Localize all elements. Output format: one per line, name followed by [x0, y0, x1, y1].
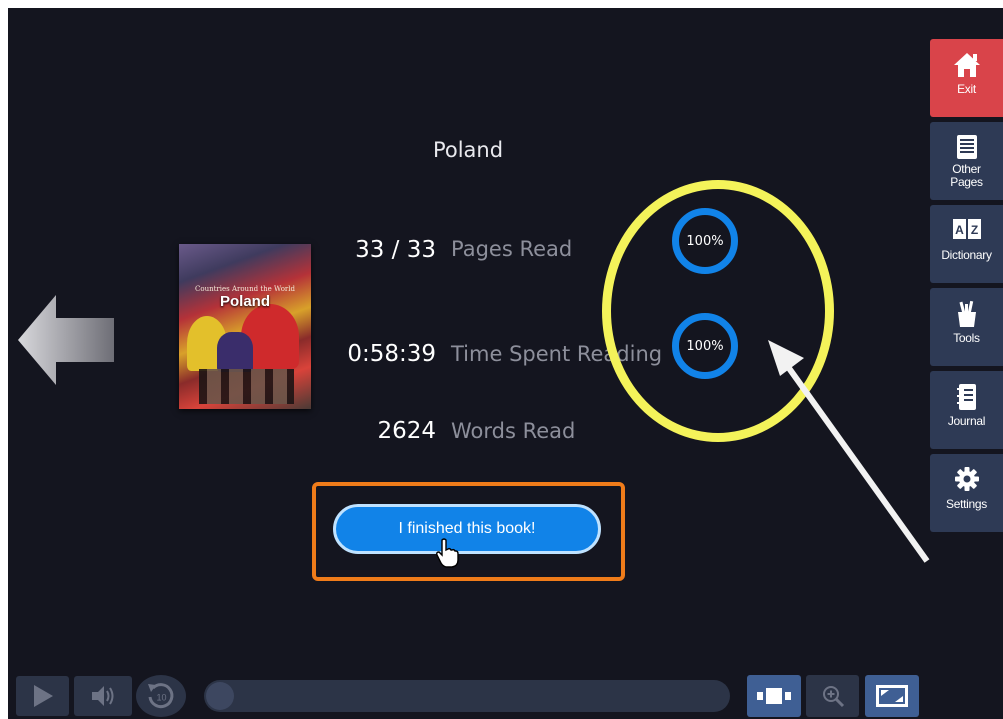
home-icon: [953, 53, 980, 77]
other-pages-button[interactable]: Other Pages: [930, 122, 1003, 200]
settings-label: Settings: [946, 497, 987, 511]
pages-read-label: Pages Read: [451, 237, 573, 261]
other-pages-label: Other Pages: [930, 163, 1003, 189]
cover-series-title: Countries Around the World: [195, 285, 295, 293]
view-mode-icon: [757, 688, 791, 704]
scrubber-handle[interactable]: [206, 682, 234, 710]
words-read-value: 2624: [377, 418, 436, 444]
book-cover: Countries Around the World Poland: [179, 244, 311, 409]
exit-button[interactable]: Exit: [930, 39, 1003, 117]
volume-button[interactable]: [74, 676, 132, 716]
svg-text:Z: Z: [970, 223, 977, 237]
book-complete-screen: Poland Countries Around the World Poland…: [8, 8, 1003, 719]
gear-icon: [954, 467, 979, 491]
replay-10-button[interactable]: 10: [136, 675, 186, 717]
other-pages-label-line2: Pages: [950, 175, 983, 189]
cover-title: Poland: [219, 293, 270, 310]
journal-label: Journal: [947, 414, 986, 428]
journal-button[interactable]: Journal: [930, 371, 1003, 449]
dictionary-icon: A Z: [952, 219, 981, 239]
progress-scrubber[interactable]: [204, 680, 730, 712]
tools-icon: [957, 300, 976, 327]
pages-progress-ring: 100%: [672, 208, 738, 274]
fullscreen-icon: [876, 685, 908, 707]
fullscreen-button[interactable]: [865, 675, 919, 717]
pages-read-value: 33 / 33: [355, 237, 436, 263]
hand-pointer-icon: [436, 538, 459, 568]
list-icon: [956, 135, 977, 159]
zoom-in-button[interactable]: [806, 675, 859, 717]
replay-seconds: 10: [156, 693, 166, 703]
speaker-icon: [92, 686, 114, 706]
dictionary-button[interactable]: A Z Dictionary: [930, 205, 1003, 283]
words-read-label: Words Read: [451, 419, 576, 443]
finished-book-button[interactable]: I finished this book!: [333, 504, 601, 554]
replay-10-icon: 10: [148, 683, 174, 709]
view-mode-button[interactable]: [747, 675, 801, 717]
svg-text:A: A: [955, 223, 964, 237]
tools-button[interactable]: Tools: [930, 288, 1003, 366]
play-button[interactable]: [16, 676, 69, 716]
settings-button[interactable]: Settings: [930, 454, 1003, 532]
dictionary-label: Dictionary: [941, 248, 992, 262]
tools-label: Tools: [953, 331, 980, 345]
time-progress-ring: 100%: [672, 313, 738, 379]
zoom-in-icon: [822, 686, 844, 708]
play-icon: [33, 685, 53, 707]
book-title: Poland: [432, 138, 504, 162]
exit-label: Exit: [957, 82, 976, 96]
time-spent-label: Time Spent Reading: [451, 342, 663, 366]
journal-icon: [956, 384, 976, 410]
time-spent-value: 0:58:39: [347, 341, 436, 367]
back-arrow-icon[interactable]: [18, 293, 118, 388]
